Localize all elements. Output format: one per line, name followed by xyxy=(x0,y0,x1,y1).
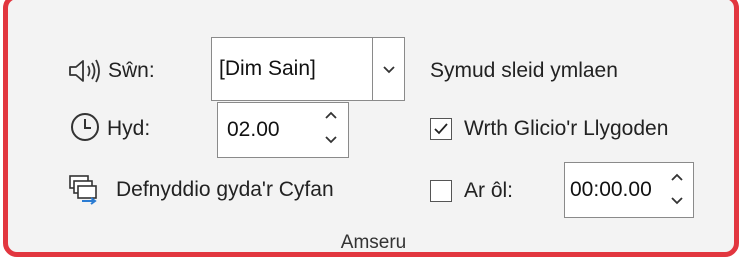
after-label: Ar ôl: xyxy=(464,179,514,202)
after-spin-down-icon[interactable] xyxy=(670,194,684,212)
apply-to-all-icon xyxy=(68,174,102,211)
duration-value: 02.00 xyxy=(227,118,280,141)
apply-to-all-button[interactable]: Defnyddio gyda'r Cyfan xyxy=(62,170,374,212)
on-mouse-click-checkbox[interactable] xyxy=(430,118,452,140)
duration-spin-up-icon[interactable] xyxy=(324,108,338,126)
after-spin-up-icon[interactable] xyxy=(670,170,684,188)
chevron-down-icon[interactable] xyxy=(382,62,396,80)
advance-slide-label: Symud sleid ymlaen xyxy=(430,59,618,82)
on-mouse-click-label: Wrth Glicio'r Llygoden xyxy=(464,117,669,140)
after-time-value: 00:00.00 xyxy=(570,178,652,201)
speaker-icon xyxy=(67,56,103,91)
sound-dropdown-value: [Dim Sain] xyxy=(219,57,316,80)
apply-to-all-label: Defnyddio gyda'r Cyfan xyxy=(116,178,334,201)
duration-label: Hyd: xyxy=(107,117,151,140)
timing-group-label: Amseru xyxy=(340,232,407,253)
dropdown-divider xyxy=(372,38,373,100)
clock-icon xyxy=(69,111,101,148)
after-checkbox[interactable] xyxy=(430,180,452,202)
sound-dropdown[interactable]: [Dim Sain] xyxy=(211,37,405,101)
sound-label: Sŵn: xyxy=(108,59,155,82)
duration-spin-down-icon[interactable] xyxy=(324,133,338,151)
